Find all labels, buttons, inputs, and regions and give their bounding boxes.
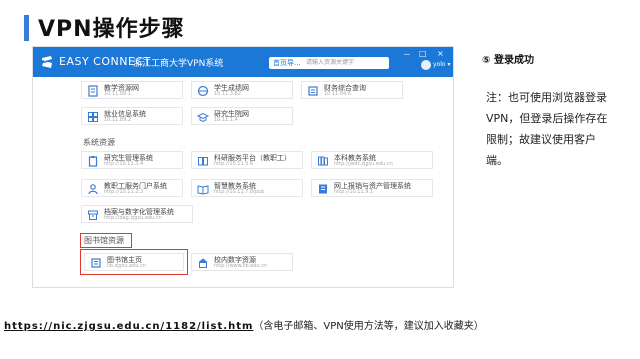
resource-address: http://10.11.9.1 [334,189,374,195]
resource-address: 10.11.3.62 [214,91,242,97]
resource-card[interactable]: 智慧教务系统 http://10.11.7.8/pub [191,179,303,197]
user-menu[interactable]: yolo ▾ [433,61,450,68]
slide-title: VPN操作步骤 [38,17,185,42]
resource-address: http://jwxt.zjgsu.edu.cn [334,161,393,167]
resource-address: http://10.11.7.8/pub [214,189,265,195]
user-icon [88,184,98,195]
resource-address: 10.11.1.4 [214,117,238,123]
library-icon [91,258,101,268]
resource-card[interactable]: 本科教务系统 http://jwxt.zjgsu.edu.cn [311,151,433,169]
resource-card[interactable]: 研究生管理系统 http://10.11.3.4 [81,151,183,169]
title-accent-bar [24,15,29,41]
app-header: EASY CONNECT 浙江工商大学VPN系统 首页导... 请输入资源关键字… [33,47,453,77]
grid-icon [88,112,98,122]
section-title-system: 系统资源 [83,138,115,147]
easyconnect-logo-icon [42,56,52,68]
avatar[interactable] [421,60,431,70]
close-icon[interactable]: × [437,49,444,58]
minimize-icon[interactable]: － [403,49,411,60]
home-nav-button[interactable]: 首页导... [269,57,305,69]
resource-address: http://10.11.3.4 [104,161,144,167]
book-icon [198,157,208,166]
open-book-icon [197,185,209,195]
vpn-client-screenshot: EASY CONNECT 浙江工商大学VPN系统 首页导... 请输入资源关键字… [32,46,454,288]
resource-card[interactable]: 科研服务平台（教职工） http://10.11.5.6 [191,151,303,169]
nic-guide-link[interactable]: https://nic.zjgsu.edu.cn/1182/list.htm [4,321,253,332]
resource-card[interactable]: 网上报销与资产管理系统 http://10.11.9.1 [311,179,433,197]
archive-icon [88,210,98,220]
resource-address: 10.11.89.2 [104,117,132,123]
step-label-login-success: ⑤ 登录成功 [482,55,534,66]
maximize-icon[interactable]: □ [419,49,427,58]
report-icon [319,184,327,194]
resource-address: 10.11.84.6 [324,91,352,97]
resource-card[interactable]: 研究生院网 10.11.1.4 [191,107,293,125]
globe-icon [197,85,209,97]
building-icon [198,258,208,268]
resource-card[interactable]: 档案与数字化管理系统 http://dag.zjgsu.edu.cn [81,205,193,223]
resource-card[interactable]: 学生成绩网 10.11.3.62 [191,81,293,99]
resource-card[interactable]: 财务综合查询 10.11.84.6 [301,81,403,99]
resource-card[interactable]: 教职工服务门户系统 http://10.11.2.3 [81,179,183,197]
bookshelf-icon [318,156,328,166]
graduation-icon [197,112,209,123]
resource-address: http://dag.zjgsu.edu.cn [104,215,162,221]
resource-card[interactable]: 校内数字资源 http://www.lib.edu.cn [191,253,293,271]
system-name: 浙江工商大学VPN系统 [133,59,224,69]
resource-address: http://10.11.5.6 [214,161,254,167]
resource-card-library-home[interactable]: 图书馆主页 lib.zjgsu.edu.cn [84,253,184,271]
browser-login-note: 注：也可使用浏览器登录VPN，但登录后操作存在限制；故建议使用客户端。 [486,91,608,167]
resource-address: http://10.11.2.3 [104,189,144,195]
resource-address: http://www.lib.edu.cn [214,263,268,269]
clipboard-icon [88,156,98,167]
footer: https://nic.zjgsu.edu.cn/1182/list.htm（含… [4,314,484,333]
resource-address: 10.11.89.1 [104,91,132,97]
section-title-library: 图书馆资源 [84,236,124,245]
resource-card[interactable]: 就业信息系统 10.11.89.2 [81,107,183,125]
resource-card[interactable]: 教学资源网 10.11.89.1 [81,81,183,99]
resource-address: lib.zjgsu.edu.cn [107,263,147,269]
document-icon [88,85,98,97]
resource-search-input[interactable]: 请输入资源关键字 [301,57,389,69]
list-icon [308,86,318,96]
footer-note: （含电子邮箱、VPN使用方法等，建议加入收藏夹） [253,321,484,332]
